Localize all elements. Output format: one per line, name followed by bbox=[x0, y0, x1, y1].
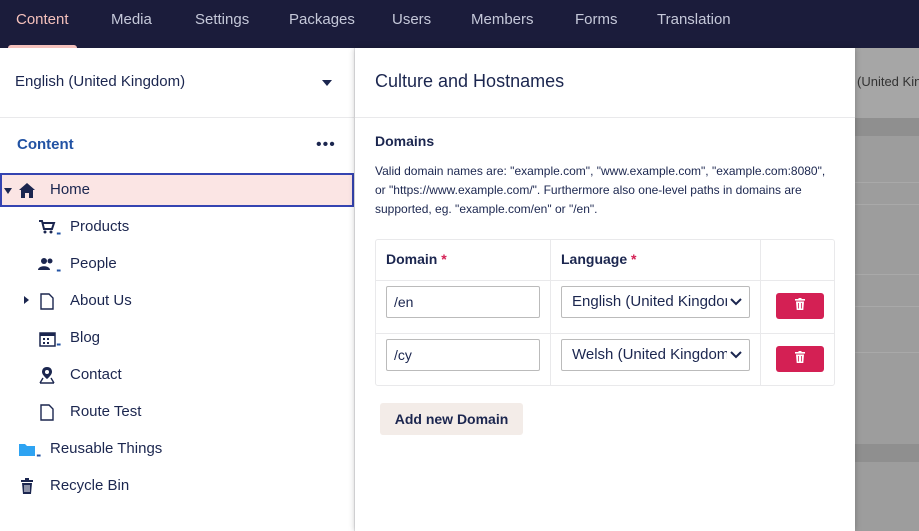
required-marker: * bbox=[631, 251, 637, 267]
tree-item-label: About Us bbox=[70, 292, 132, 309]
tree-item-recycle-bin[interactable]: Recycle Bin bbox=[0, 469, 354, 503]
tree-item-home[interactable]: Home bbox=[0, 173, 354, 207]
language-select-value: Welsh (United Kingdom) bbox=[572, 346, 735, 363]
tab-users[interactable]: Users bbox=[392, 0, 431, 48]
language-selector[interactable]: English (United Kingdom) bbox=[0, 48, 354, 118]
calendar-icon: ▪▪ bbox=[38, 329, 61, 349]
delete-domain-button[interactable] bbox=[776, 293, 824, 319]
language-select[interactable]: English (United Kingdom) bbox=[561, 286, 750, 318]
tree-item-label: People bbox=[70, 255, 117, 272]
tab-packages[interactable]: Packages bbox=[289, 0, 355, 48]
more-options-icon[interactable]: ••• bbox=[316, 136, 336, 154]
background-header: (United Kin bbox=[855, 48, 919, 118]
tab-settings[interactable]: Settings bbox=[195, 0, 249, 48]
tab-forms[interactable]: Forms bbox=[575, 0, 618, 48]
tab-members[interactable]: Members bbox=[471, 0, 534, 48]
culture-hostnames-dialog: Culture and Hostnames Domains Valid doma… bbox=[355, 48, 855, 531]
domain-input[interactable]: /en bbox=[386, 286, 540, 318]
language-select-value: English (United Kingdom) bbox=[572, 293, 743, 310]
tree-item-route-test[interactable]: Route Test bbox=[0, 395, 354, 429]
caret-down-icon bbox=[322, 80, 332, 86]
language-column-header: Language * bbox=[561, 251, 637, 267]
tree-header: Content ••• bbox=[0, 119, 354, 169]
tree-section-title[interactable]: Content bbox=[17, 136, 74, 153]
tab-content[interactable]: Content bbox=[8, 0, 77, 48]
language-select[interactable]: Welsh (United Kingdom) bbox=[561, 339, 750, 371]
expand-arrow-icon[interactable] bbox=[24, 296, 29, 304]
dialog-header: Culture and Hostnames bbox=[355, 48, 855, 118]
chevron-down-icon bbox=[727, 345, 745, 365]
dialog-title: Culture and Hostnames bbox=[375, 71, 565, 91]
required-marker: * bbox=[441, 251, 447, 267]
folder-icon: ▪▪ bbox=[18, 440, 41, 460]
tree-item-products[interactable]: ▪▪ Products bbox=[0, 210, 354, 244]
tab-media[interactable]: Media bbox=[111, 0, 152, 48]
tree-item-reusable-things[interactable]: ▪▪ Reusable Things bbox=[0, 432, 354, 466]
tree-item-contact[interactable]: Contact bbox=[0, 358, 354, 392]
tree-item-label: Recycle Bin bbox=[50, 477, 130, 494]
domains-section-title: Domains bbox=[375, 133, 435, 149]
tree-item-label: Blog bbox=[70, 329, 101, 346]
domain-input[interactable]: /cy bbox=[386, 339, 540, 371]
top-navigation: Content Media Settings Packages Users Me… bbox=[0, 0, 919, 48]
add-new-domain-button[interactable]: Add new Domain bbox=[380, 403, 523, 435]
tree-item-about-us[interactable]: About Us bbox=[0, 284, 354, 318]
background-overlay[interactable]: (United Kin bbox=[855, 48, 919, 531]
chevron-down-icon bbox=[727, 292, 745, 312]
background-truncated-text: (United Kin bbox=[857, 74, 919, 89]
document-icon bbox=[38, 292, 56, 310]
trash-icon bbox=[18, 477, 36, 495]
map-pin-icon bbox=[38, 366, 56, 384]
domains-description: Valid domain names are: "example.com", "… bbox=[375, 164, 826, 216]
language-selector-label: English (United Kingdom) bbox=[15, 73, 186, 90]
content-sidebar: English (United Kingdom) Content ••• Hom… bbox=[0, 48, 355, 531]
domains-table: Domain * Language * /en English (United … bbox=[375, 239, 835, 386]
tab-translation[interactable]: Translation bbox=[657, 0, 731, 48]
dialog-body: Domains Valid domain names are: "example… bbox=[355, 118, 855, 531]
shopping-cart-icon: ▪▪ bbox=[38, 218, 61, 238]
tree-item-blog[interactable]: ▪▪ Blog bbox=[0, 321, 354, 355]
trash-icon bbox=[795, 297, 805, 315]
tree-item-label: Contact bbox=[70, 366, 122, 383]
document-icon bbox=[38, 403, 56, 421]
domain-column-header: Domain * bbox=[386, 251, 447, 267]
delete-domain-button[interactable] bbox=[776, 346, 824, 372]
tree-item-people[interactable]: ▪▪ People bbox=[0, 247, 354, 281]
tree-item-label: Reusable Things bbox=[50, 440, 163, 457]
trash-icon bbox=[795, 350, 805, 368]
tree-item-label: Home bbox=[50, 181, 91, 198]
people-icon: ▪▪ bbox=[38, 255, 61, 275]
tree-item-label: Products bbox=[70, 218, 130, 235]
expand-arrow-icon[interactable] bbox=[4, 188, 12, 194]
home-icon bbox=[18, 181, 36, 199]
tree-item-label: Route Test bbox=[70, 403, 142, 420]
